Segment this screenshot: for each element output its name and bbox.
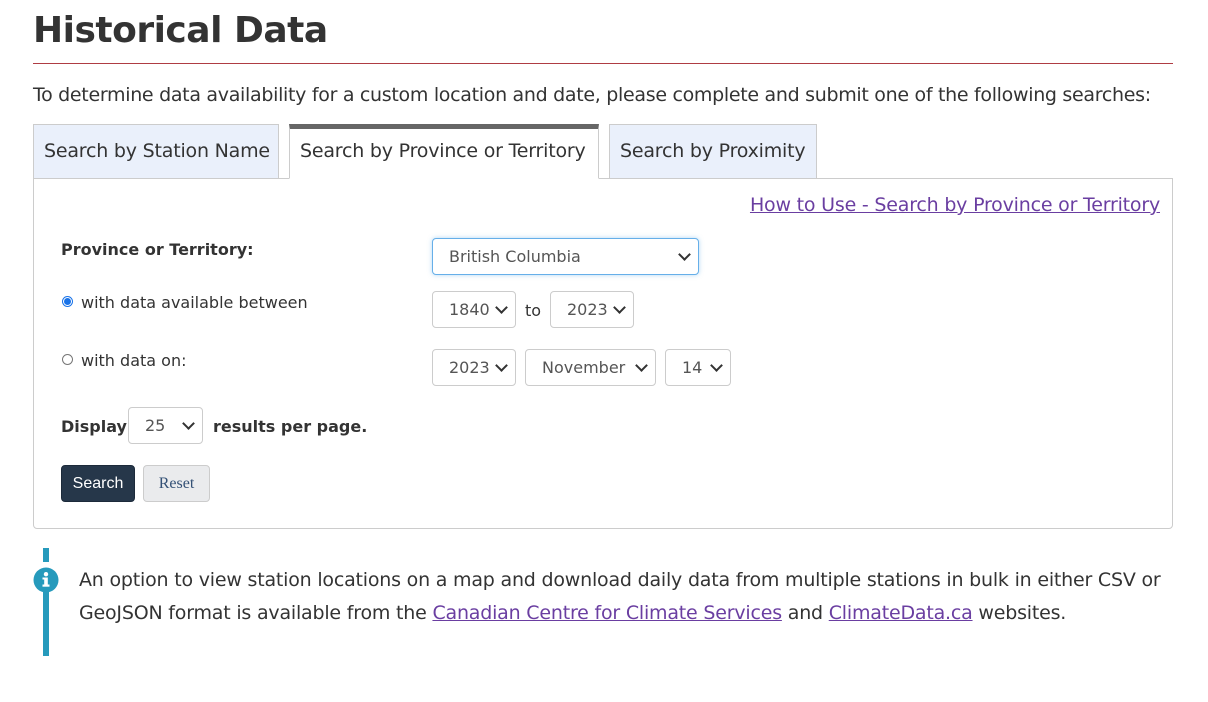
- chevron-down-icon: [710, 359, 723, 372]
- range-start-year-value: 1840: [449, 300, 490, 319]
- province-select-value: British Columbia: [449, 247, 581, 266]
- reset-button[interactable]: Reset: [143, 465, 210, 502]
- tab-search-by-province-or-territory[interactable]: Search by Province or Territory: [289, 124, 599, 179]
- chevron-down-icon: [495, 359, 508, 372]
- info-circle-icon: [33, 567, 59, 593]
- date-month-select[interactable]: November: [525, 349, 656, 386]
- canadian-centre-link[interactable]: Canadian Centre for Climate Services: [432, 602, 782, 624]
- province-select[interactable]: British Columbia: [432, 238, 699, 275]
- chevron-down-icon: [613, 301, 626, 314]
- tab-search-by-proximity[interactable]: Search by Proximity: [609, 124, 817, 179]
- intro-text: To determine data availability for a cus…: [33, 84, 1151, 106]
- range-option-label: with data available between: [81, 293, 308, 312]
- chevron-down-icon: [635, 359, 648, 372]
- chevron-down-icon: [495, 301, 508, 314]
- title-underline: [33, 63, 1173, 64]
- range-start-year-select[interactable]: 1840: [432, 291, 516, 328]
- range-end-year-value: 2023: [567, 300, 608, 319]
- province-label: Province or Territory:: [61, 240, 254, 259]
- climatedata-link[interactable]: ClimateData.ca: [829, 602, 973, 624]
- display-label: Display: [61, 417, 127, 436]
- per-page-label: results per page.: [213, 417, 368, 436]
- range-radio[interactable]: [62, 296, 73, 307]
- info-text-after: websites.: [972, 602, 1067, 624]
- chevron-down-icon: [182, 417, 195, 430]
- results-per-page-select[interactable]: 25: [128, 407, 203, 444]
- date-option-label: with data on:: [81, 351, 187, 370]
- results-per-page-value: 25: [145, 416, 166, 435]
- page: Historical Data To determine data availa…: [0, 0, 1208, 702]
- date-day-select[interactable]: 14: [665, 349, 731, 386]
- search-panel: How to Use - Search by Province or Terri…: [33, 178, 1173, 529]
- date-month-value: November: [542, 358, 626, 377]
- search-button[interactable]: Search: [61, 465, 135, 502]
- tab-search-by-station-name[interactable]: Search by Station Name: [33, 124, 279, 179]
- date-year-value: 2023: [449, 358, 490, 377]
- info-text-middle: and: [781, 602, 829, 624]
- date-radio[interactable]: [62, 354, 73, 365]
- date-day-value: 14: [682, 358, 703, 377]
- chevron-down-icon: [678, 248, 691, 261]
- page-title: Historical Data: [33, 10, 328, 51]
- info-message: An option to view station locations on a…: [79, 564, 1179, 630]
- date-year-select[interactable]: 2023: [432, 349, 516, 386]
- how-to-use-link[interactable]: How to Use - Search by Province or Terri…: [750, 194, 1160, 216]
- range-end-year-select[interactable]: 2023: [550, 291, 634, 328]
- range-to-label: to: [525, 301, 542, 320]
